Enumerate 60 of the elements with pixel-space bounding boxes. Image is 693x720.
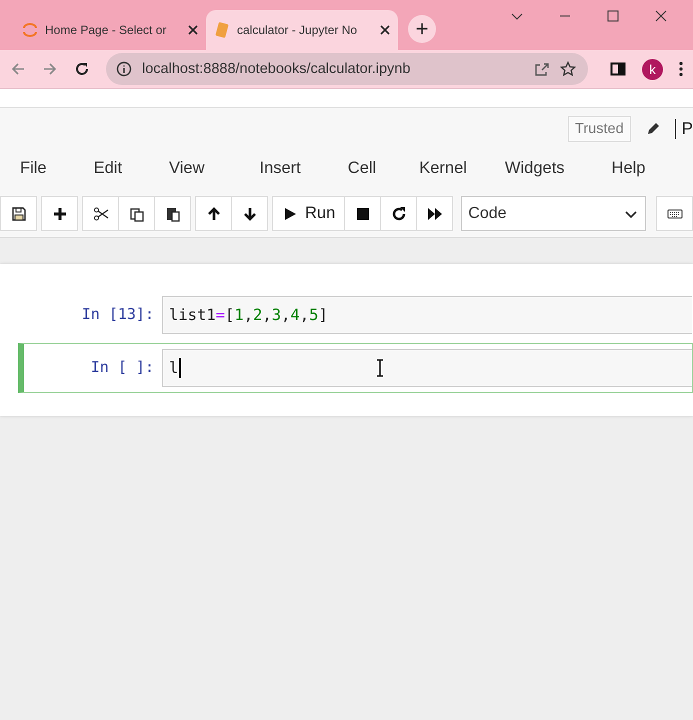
menu-item[interactable]: Insert	[260, 158, 301, 178]
play-icon	[282, 206, 298, 222]
fast-forward-icon	[426, 206, 443, 222]
cell-type-dropdown[interactable]: Code	[461, 196, 646, 231]
url-text: localhost:8888/notebooks/calculator.ipynb	[142, 61, 412, 77]
code-input[interactable]: list1=[1,2,3,4,5]	[162, 296, 692, 334]
header-text: P	[674, 119, 693, 139]
jupyter-logo-icon	[22, 22, 38, 38]
restart-button[interactable]	[380, 196, 418, 231]
text-cursor-icon	[374, 359, 385, 377]
plus-icon	[52, 206, 68, 222]
move-down-button[interactable]	[231, 196, 268, 231]
address-bar[interactable]: localhost:8888/notebooks/calculator.ipynb	[106, 53, 588, 85]
menu-item[interactable]: Edit	[94, 158, 122, 178]
star-icon	[560, 61, 576, 77]
close-icon	[380, 25, 390, 35]
copy-icon	[128, 206, 144, 222]
browser-tab[interactable]: calculator - Jupyter No	[206, 10, 398, 50]
arrow-up-icon	[206, 206, 222, 222]
menu-item[interactable]: Kernel	[419, 158, 467, 178]
menu-item[interactable]: Widgets	[504, 158, 565, 178]
more-menu-icon	[679, 61, 683, 77]
stop-button[interactable]	[344, 196, 382, 231]
arrow-down-icon	[242, 206, 258, 222]
info-icon	[116, 61, 132, 77]
back-arrow-icon	[10, 61, 26, 77]
trusted-indicator[interactable]: Trusted	[568, 116, 631, 142]
cell-prompt: In [13]:	[80, 304, 155, 323]
save-button[interactable]	[0, 196, 37, 231]
menu-item[interactable]: File	[20, 158, 47, 178]
cell-prompt: In [ ]:	[90, 357, 155, 376]
close-icon	[188, 25, 198, 35]
forward-arrow-icon	[42, 61, 58, 77]
maximize-icon	[607, 10, 619, 22]
insert-cell-button[interactable]	[41, 196, 78, 231]
reload-icon	[390, 206, 407, 222]
code-input[interactable]: l	[162, 349, 692, 387]
menu-item[interactable]: Cell	[348, 158, 376, 178]
menu-item[interactable]: View	[169, 158, 204, 178]
profile-avatar[interactable]: k	[642, 58, 663, 80]
code-cell[interactable]: In [13]: list1=[1,2,3,4,5]	[18, 290, 693, 340]
reload-icon	[74, 61, 90, 77]
cut-button[interactable]	[82, 196, 119, 231]
share-icon	[534, 61, 550, 77]
square-icon	[354, 206, 371, 222]
new-tab-button[interactable]: +	[408, 15, 436, 43]
move-up-button[interactable]	[195, 196, 232, 231]
clipboard-icon	[164, 206, 180, 222]
book-icon	[214, 22, 230, 38]
side-panel-icon	[610, 61, 626, 77]
close-icon	[655, 10, 667, 22]
browser-tab[interactable]: Home Page - Select or	[14, 10, 206, 50]
run-button[interactable]: Run	[272, 196, 346, 231]
keyboard-button[interactable]	[656, 196, 693, 231]
fast-forward-button[interactable]	[416, 196, 454, 231]
scissors-icon	[92, 206, 108, 222]
paste-button[interactable]	[154, 196, 191, 231]
code-cell[interactable]: In [ ]: l	[18, 343, 693, 393]
menu-item[interactable]: Help	[612, 158, 646, 178]
copy-button[interactable]	[118, 196, 155, 231]
